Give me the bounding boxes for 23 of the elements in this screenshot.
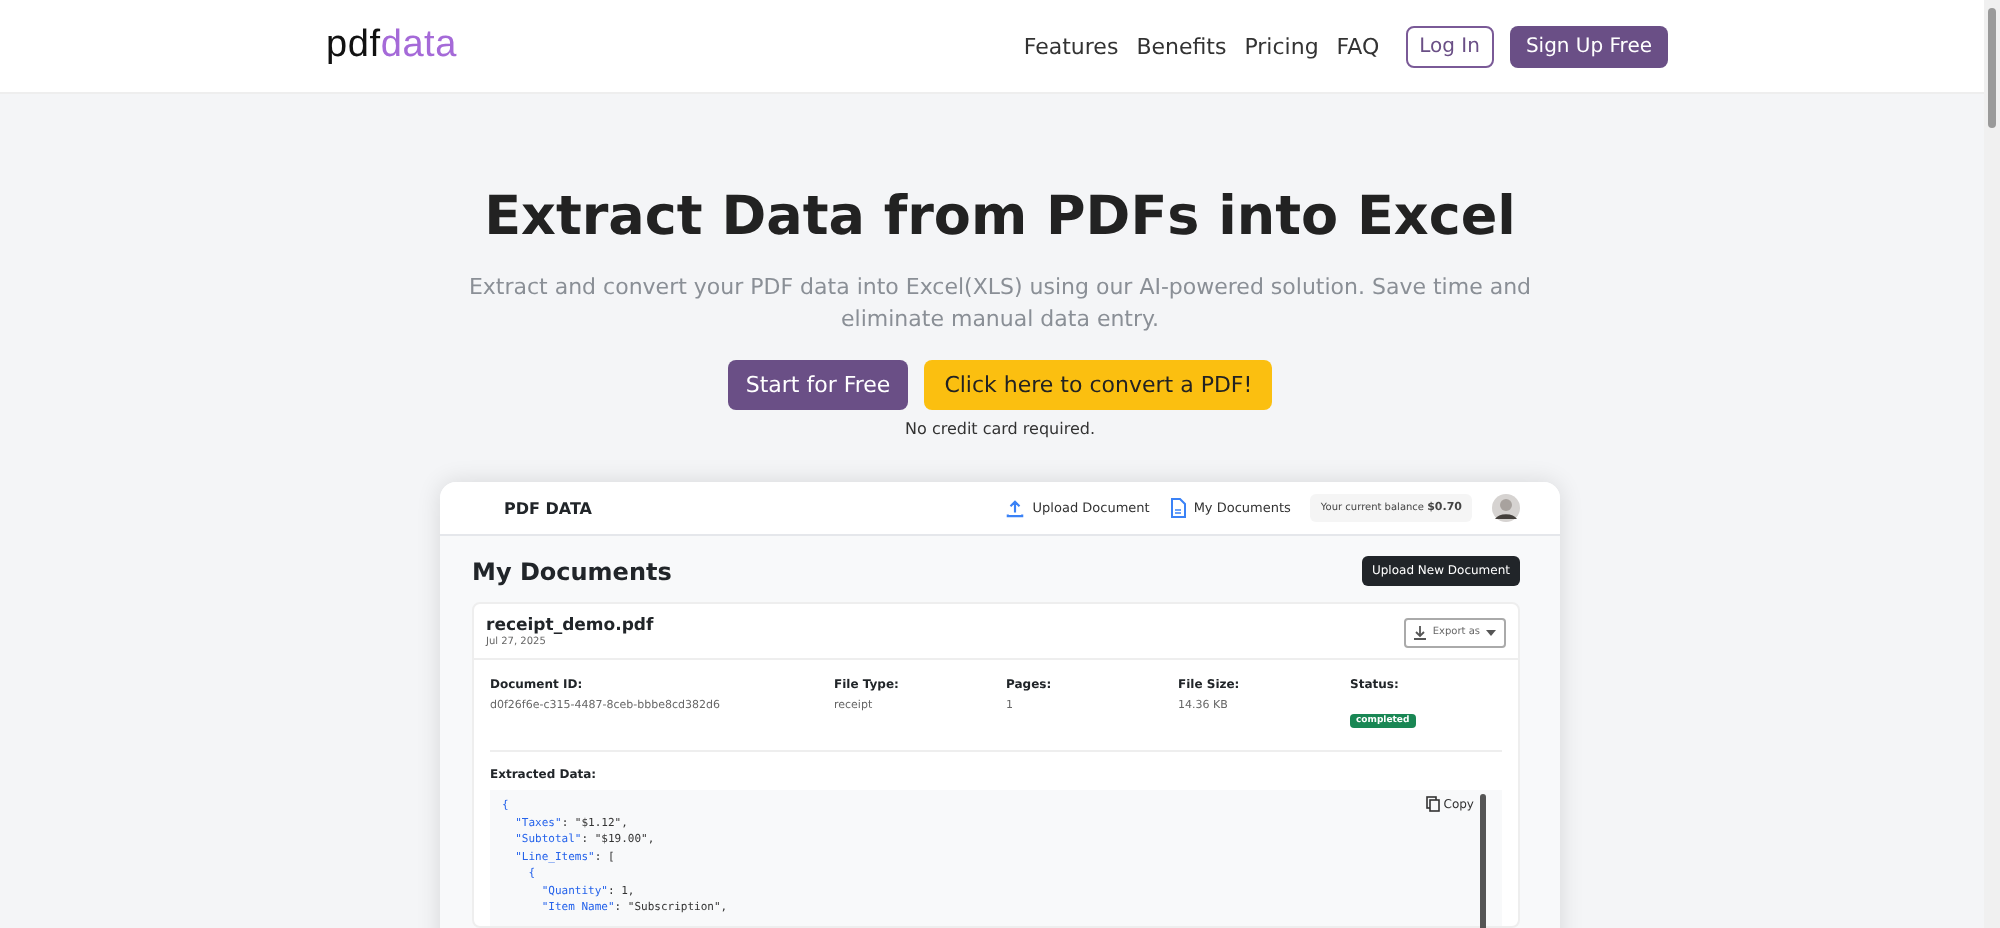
avatar-icon[interactable] [1492,494,1520,522]
nav-link[interactable]: Features [1023,33,1119,59]
nav-link[interactable]: Benefits [1136,33,1227,59]
note-text: No credit card required. [905,420,1095,438]
nav-link[interactable]: Pricing [1244,33,1319,59]
upload-icon [1006,499,1025,517]
hero-subtitle: Extract and convert your PDF data into Excel(XLS) using our AI-powered solution. Save time and eliminate manual data entry. [466,272,1534,336]
convert-button[interactable]: Click here to convert a PDF! [924,360,1273,410]
caret-icon [1486,629,1496,635]
hero-title: Extract Data from PDFs into Excel [484,186,1516,248]
documents-heading: My Documents [472,557,672,585]
app-brand: PDF DATA [504,499,592,517]
download-icon [1414,625,1427,639]
logo[interactable]: pdfdata [326,24,458,68]
nav-link[interactable]: FAQ [1336,33,1380,59]
page-scrollbar[interactable] [1984,0,2000,928]
login-button[interactable]: Log In [1405,25,1494,67]
start-button[interactable]: Start for Free [727,360,909,410]
document-name: receipt_demo.pdf [486,616,654,636]
document-icon [1169,498,1186,518]
signup-button[interactable]: Sign Up Free [1509,25,1668,67]
copy-icon [1425,796,1440,812]
code-scrollbar[interactable] [1480,794,1486,928]
